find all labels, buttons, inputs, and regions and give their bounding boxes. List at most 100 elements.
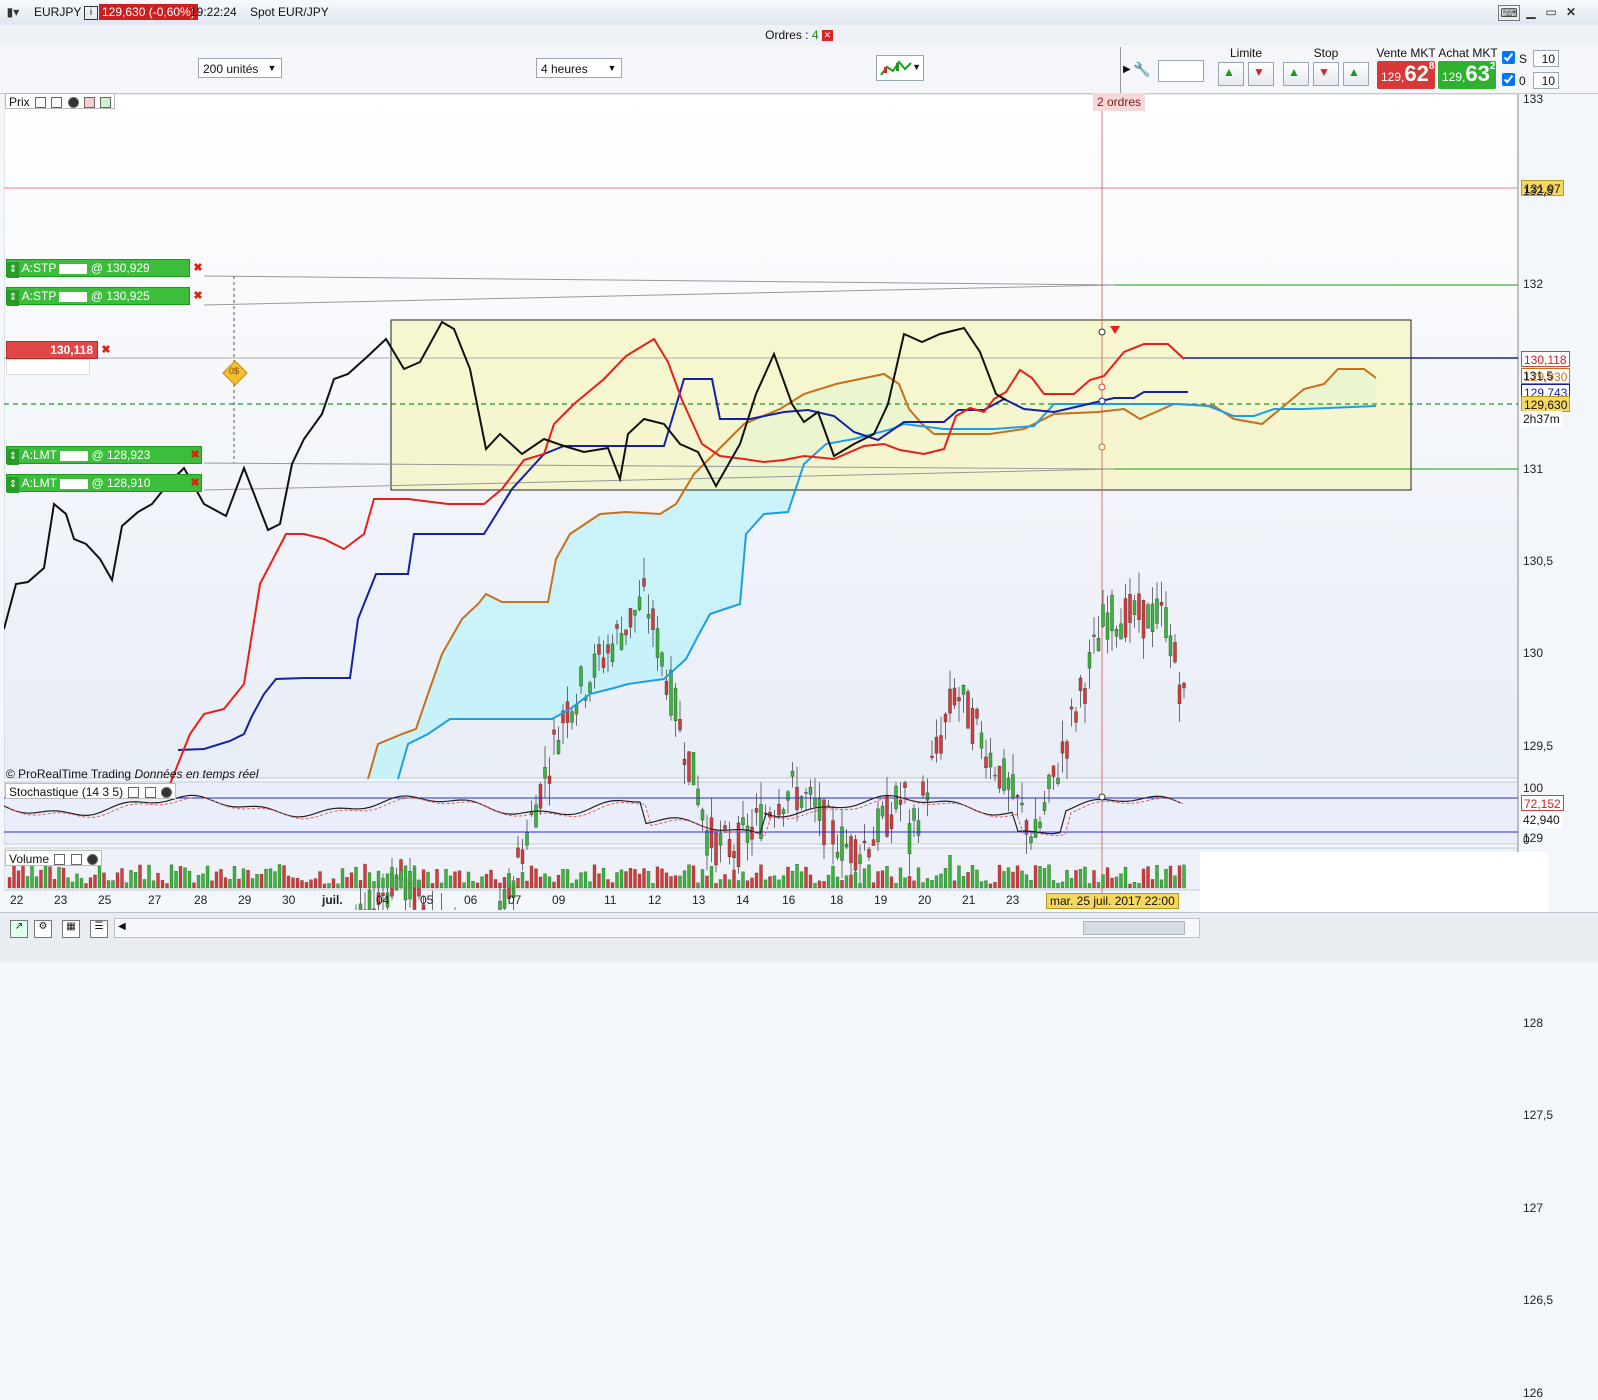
- stop-order-tag-2[interactable]: ⇕ A:STP @ 130,925: [6, 287, 190, 305]
- volume-bar: [764, 880, 767, 888]
- volume-bar: [197, 875, 200, 888]
- symbol-label[interactable]: EURJPY: [34, 5, 81, 19]
- info-icon[interactable]: i: [84, 6, 98, 20]
- draw-tool-icon[interactable]: ↗: [10, 920, 28, 938]
- close-position-icon[interactable]: ✖: [99, 343, 113, 357]
- sell-limit-button[interactable]: ▼: [1248, 62, 1274, 86]
- buy-market-button[interactable]: 129,632: [1438, 61, 1496, 89]
- volume-bar: [692, 866, 695, 888]
- volume-bar: [922, 883, 925, 888]
- window-icon[interactable]: [51, 97, 62, 108]
- orders-count[interactable]: 4: [812, 28, 819, 42]
- chart-type-button[interactable]: ▼: [876, 55, 924, 81]
- cancel-order-icon[interactable]: ✖: [188, 448, 202, 462]
- candle-body: [751, 827, 754, 839]
- volume-bar: [719, 880, 722, 888]
- o-checkbox[interactable]: [1502, 73, 1515, 86]
- position-tag[interactable]: 130,118: [6, 341, 98, 359]
- buy-order-icon[interactable]: [100, 97, 111, 108]
- volume-bar: [665, 873, 668, 888]
- list-icon[interactable]: ☰: [90, 920, 108, 938]
- window-icon[interactable]: [145, 787, 156, 798]
- s-label: S: [1519, 52, 1527, 66]
- maximize-icon[interactable]: ▭: [1542, 5, 1560, 19]
- sell-order-icon[interactable]: [84, 97, 95, 108]
- candle-body: [872, 840, 875, 846]
- window-icon[interactable]: [71, 854, 82, 865]
- timeframe-select[interactable]: 4 heures ▼: [536, 58, 622, 78]
- sell-stop-button[interactable]: ▼: [1313, 62, 1339, 86]
- drag-handle-icon[interactable]: ⇕: [7, 449, 19, 465]
- volume-bar: [1088, 884, 1091, 888]
- volume-bar: [899, 868, 902, 888]
- volume-bar: [791, 871, 794, 888]
- drag-handle-icon[interactable]: ⇕: [7, 477, 19, 493]
- wrench-icon[interactable]: [54, 854, 65, 865]
- wrench-icon[interactable]: [35, 97, 46, 108]
- order-price: @ 128,923: [91, 448, 150, 462]
- close-icon[interactable]: ✕: [1562, 5, 1580, 19]
- quantity-select[interactable]: 200 unités ▼: [198, 58, 282, 78]
- volume-bar: [404, 866, 407, 888]
- close-icon[interactable]: [87, 854, 98, 865]
- close-icon[interactable]: [68, 97, 79, 108]
- scroll-thumb[interactable]: [1083, 921, 1185, 935]
- s-checkbox[interactable]: [1502, 51, 1515, 64]
- wrench-icon[interactable]: 🔧: [1133, 61, 1150, 78]
- s-value-field[interactable]: 10: [1533, 50, 1559, 67]
- volume-bar: [449, 876, 452, 888]
- candle-body: [656, 629, 659, 658]
- drag-handle-icon[interactable]: ⇕: [7, 262, 19, 278]
- volume-bar: [377, 871, 380, 888]
- volume-bar: [940, 874, 943, 888]
- stoch-d-value: 42,940: [1521, 812, 1562, 828]
- order-panel-toggle[interactable]: ▶ 🔧: [1120, 47, 1157, 93]
- cancel-order-icon[interactable]: ✖: [191, 261, 205, 275]
- order-price: @ 130,929: [91, 261, 150, 275]
- window-menu-icon[interactable]: ▮▾: [4, 5, 22, 19]
- quantity-input[interactable]: [1158, 60, 1204, 82]
- horizontal-scrollbar[interactable]: ◀: [114, 918, 1200, 938]
- cancel-order-icon[interactable]: ✖: [188, 476, 202, 490]
- sell-market-button[interactable]: 129,628: [1377, 61, 1435, 89]
- cancel-order-icon[interactable]: ✖: [191, 289, 205, 303]
- settings-icon[interactable]: ⚙: [34, 920, 52, 938]
- drag-handle-icon[interactable]: ⇕: [7, 290, 19, 306]
- chart-area[interactable]: [4, 94, 1594, 910]
- candle-body: [634, 610, 637, 615]
- volume-bar: [787, 867, 790, 888]
- volume-bar: [116, 873, 119, 888]
- volume-bar: [22, 865, 25, 888]
- price-tick: 126,5: [1523, 1293, 1553, 1307]
- volume-bar: [629, 868, 632, 888]
- buy-price-decimal: 2: [1490, 61, 1496, 72]
- price-tick: 129,5: [1523, 739, 1553, 753]
- volume-bar: [814, 883, 817, 888]
- stop-limit-button[interactable]: ▲: [1343, 62, 1369, 86]
- stop-order-tag-1[interactable]: ⇕ A:STP @ 130,929: [6, 259, 190, 277]
- close-icon[interactable]: [161, 787, 172, 798]
- candle-countdown: 2h37m: [1521, 411, 1562, 427]
- buy-limit-button[interactable]: ▲: [1218, 62, 1244, 86]
- keyboard-icon[interactable]: ⌨: [1498, 5, 1520, 21]
- minimize-icon[interactable]: ▁: [1522, 5, 1540, 19]
- diamond-label: 0$: [229, 366, 239, 376]
- date-tick: 23: [54, 893, 67, 907]
- scroll-left-icon[interactable]: ◀: [118, 921, 126, 932]
- cursor-point: [1099, 384, 1105, 390]
- cancel-orders-icon[interactable]: ✕: [822, 30, 833, 41]
- volume-bar: [823, 881, 826, 888]
- volume-bar: [1169, 866, 1172, 888]
- buy-stop-button[interactable]: ▲: [1283, 62, 1309, 86]
- candle-body: [976, 709, 979, 718]
- orders-marker[interactable]: 2 ordres: [1093, 93, 1145, 111]
- volume-bar: [530, 866, 533, 888]
- volume-bar: [1093, 870, 1096, 888]
- price-tick: 132: [1523, 277, 1543, 291]
- o-value-field[interactable]: 10: [1533, 72, 1559, 89]
- grid-icon[interactable]: ▦: [62, 920, 80, 938]
- limit-order-tag-2[interactable]: ⇕ A:LMT @ 128,910: [6, 474, 202, 492]
- wrench-icon[interactable]: [128, 787, 139, 798]
- limit-order-tag-1[interactable]: ⇕ A:LMT @ 128,923: [6, 446, 202, 464]
- volume-bar: [229, 879, 232, 888]
